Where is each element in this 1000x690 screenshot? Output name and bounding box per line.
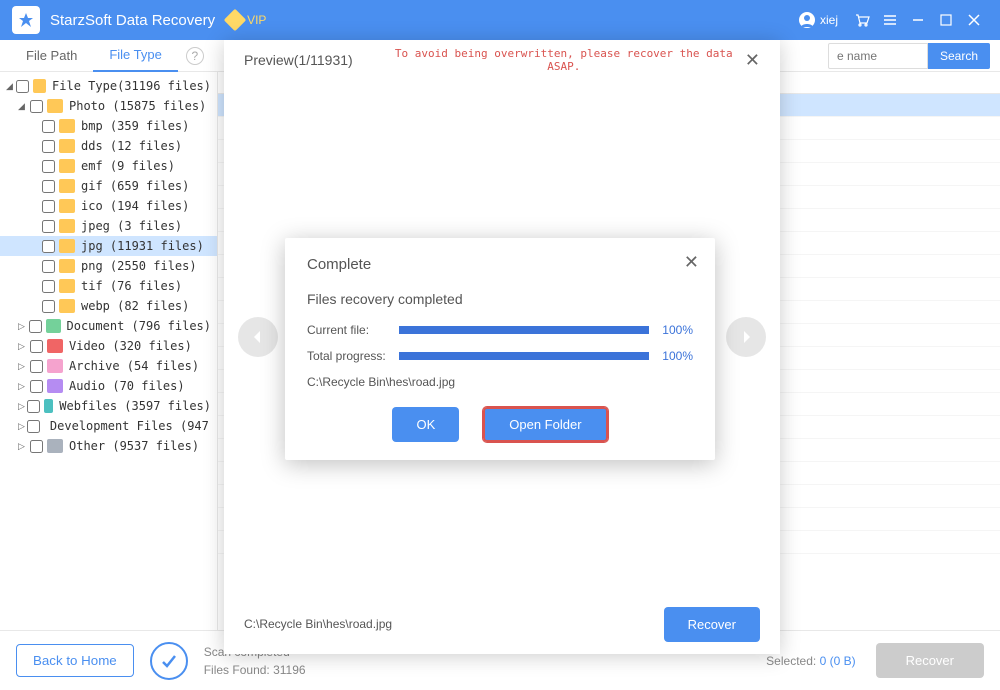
tree-jpg[interactable]: jpg (11931 files) — [0, 236, 217, 256]
titlebar: StarzSoft Data Recovery VIP xiej — [0, 0, 1000, 40]
current-file-progress — [399, 326, 649, 334]
tree-archive[interactable]: ▷Archive (54 files) — [0, 356, 217, 376]
preview-recover-button[interactable]: Recover — [664, 607, 760, 642]
tree-photo[interactable]: ◢Photo (15875 files) — [0, 96, 217, 116]
search-input[interactable] — [828, 43, 928, 69]
maximize-icon[interactable] — [932, 6, 960, 34]
total-progress-bar — [399, 352, 649, 360]
open-folder-button[interactable]: Open Folder — [483, 407, 607, 442]
close-icon[interactable] — [960, 6, 988, 34]
dialog-title: Complete — [307, 256, 693, 273]
preview-warning: To avoid being overwritten, please recov… — [383, 47, 745, 73]
dialog-path: C:\Recycle Bin\hes\road.jpg — [307, 375, 693, 389]
tree-webp[interactable]: webp (82 files) — [0, 296, 217, 316]
file-tree[interactable]: ◢File Type(31196 files) ◢Photo (15875 fi… — [0, 72, 218, 630]
search-button[interactable]: Search — [928, 43, 990, 69]
user-account[interactable]: xiej — [798, 11, 838, 29]
tree-jpeg[interactable]: jpeg (3 files) — [0, 216, 217, 236]
vip-badge[interactable]: VIP — [227, 12, 266, 28]
preview-path: C:\Recycle Bin\hes\road.jpg — [244, 617, 392, 631]
preview-close-icon[interactable]: ✕ — [745, 50, 760, 71]
preview-next-icon[interactable] — [726, 317, 766, 357]
cart-icon[interactable] — [848, 6, 876, 34]
minimize-icon[interactable] — [904, 6, 932, 34]
scan-complete-icon — [150, 642, 188, 680]
complete-dialog: Complete ✕ Files recovery completed Curr… — [285, 238, 715, 460]
menu-icon[interactable] — [876, 6, 904, 34]
tree-tif[interactable]: tif (76 files) — [0, 276, 217, 296]
tab-file-type[interactable]: File Type — [93, 39, 178, 72]
tree-other[interactable]: ▷Other (9537 files) — [0, 436, 217, 456]
preview-title: Preview(1/11931) — [244, 52, 353, 68]
tree-video[interactable]: ▷Video (320 files) — [0, 336, 217, 356]
current-file-pct: 100% — [649, 323, 693, 337]
tree-bmp[interactable]: bmp (359 files) — [0, 116, 217, 136]
tree-gif[interactable]: gif (659 files) — [0, 176, 217, 196]
current-file-label: Current file: — [307, 323, 399, 337]
app-name: StarzSoft Data Recovery — [50, 12, 215, 29]
ok-button[interactable]: OK — [392, 407, 459, 442]
tree-devfiles[interactable]: ▷Development Files (947 files) — [0, 416, 217, 436]
tree-ico[interactable]: ico (194 files) — [0, 196, 217, 216]
tree-webfiles[interactable]: ▷Webfiles (3597 files) — [0, 396, 217, 416]
tree-dds[interactable]: dds (12 files) — [0, 136, 217, 156]
tree-root[interactable]: ◢File Type(31196 files) — [0, 76, 217, 96]
tree-audio[interactable]: ▷Audio (70 files) — [0, 376, 217, 396]
tree-png[interactable]: png (2550 files) — [0, 256, 217, 276]
back-home-button[interactable]: Back to Home — [16, 644, 134, 677]
preview-prev-icon[interactable] — [238, 317, 278, 357]
selected-count: Selected: 0 (0 B) — [766, 654, 855, 668]
app-logo — [12, 6, 40, 34]
tree-emf[interactable]: emf (9 files) — [0, 156, 217, 176]
tree-document[interactable]: ▷Document (796 files) — [0, 316, 217, 336]
help-icon[interactable]: ? — [186, 47, 204, 65]
tab-file-path[interactable]: File Path — [10, 40, 93, 71]
dialog-subtitle: Files recovery completed — [307, 291, 693, 307]
total-progress-label: Total progress: — [307, 349, 399, 363]
total-progress-pct: 100% — [649, 349, 693, 363]
recover-button-footer[interactable]: Recover — [876, 643, 984, 678]
dialog-close-icon[interactable]: ✕ — [684, 252, 699, 273]
